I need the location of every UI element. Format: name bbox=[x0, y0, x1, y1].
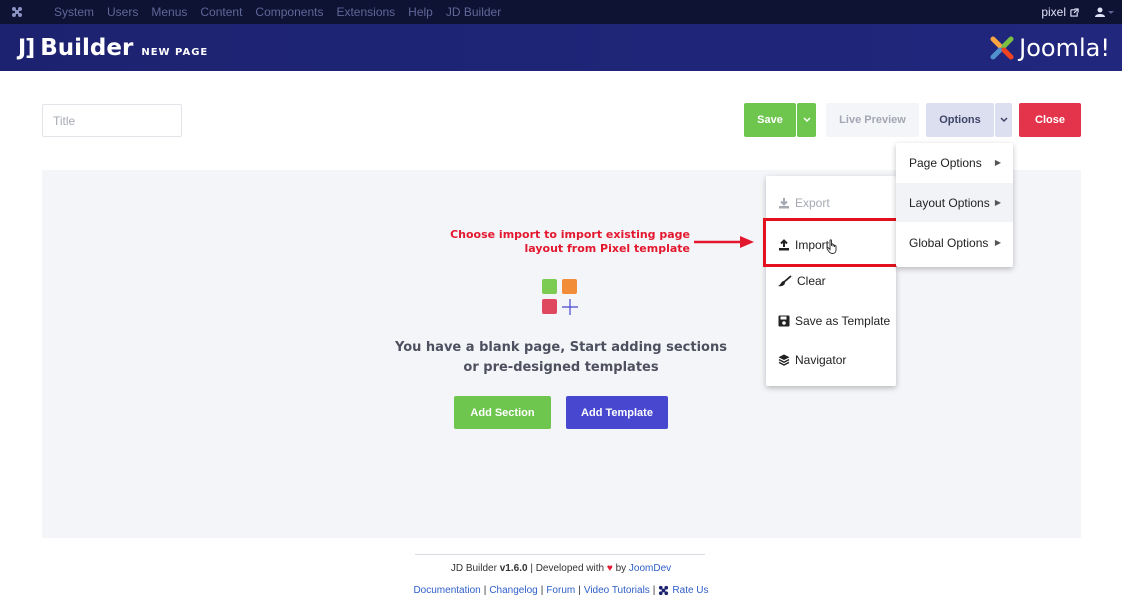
topmenu-jdbuilder[interactable]: JD Builder bbox=[446, 5, 501, 19]
user-menu-icon[interactable] bbox=[1095, 7, 1114, 17]
add-template-button[interactable]: Add Template bbox=[566, 396, 668, 429]
blank-page-message: You have a blank page, Start adding sect… bbox=[380, 338, 742, 378]
forum-link[interactable]: Forum bbox=[546, 585, 575, 596]
footer-separator: | bbox=[483, 585, 487, 596]
footer-separator: | bbox=[578, 585, 581, 596]
live-preview-button[interactable]: Live Preview bbox=[826, 103, 919, 137]
heart-icon: ♥ bbox=[606, 563, 613, 574]
annotation-arrow-icon bbox=[694, 236, 754, 248]
rate-us-link[interactable]: Rate Us bbox=[658, 585, 709, 596]
site-link-label: pixel bbox=[1041, 5, 1066, 19]
footer-separator: | bbox=[540, 585, 544, 596]
menu-item-clear[interactable]: Clear bbox=[778, 274, 826, 288]
chevron-down-icon bbox=[802, 117, 811, 123]
menu-item-export-label: Export bbox=[795, 196, 830, 210]
documentation-link[interactable]: Documentation bbox=[413, 585, 480, 596]
footer-separator: | bbox=[652, 585, 656, 596]
menu-item-clear-label: Clear bbox=[797, 274, 826, 288]
joomla-icon bbox=[990, 36, 1014, 60]
rate-us-label: Rate Us bbox=[672, 585, 709, 596]
footer-product: JD Builder bbox=[450, 563, 497, 574]
joomla-logo: Joomla! bbox=[989, 34, 1110, 62]
menu-item-navigator-label: Navigator bbox=[795, 353, 847, 367]
download-icon bbox=[779, 198, 789, 209]
add-section-button[interactable]: Add Section bbox=[454, 396, 551, 429]
admin-topbar: System Users Menus Content Components Ex… bbox=[0, 0, 1122, 24]
options-dropdown-button[interactable] bbox=[995, 103, 1012, 137]
layout-options-label: Layout Options bbox=[909, 195, 990, 210]
joomla-small-icon[interactable] bbox=[4, 6, 30, 18]
site-link[interactable]: pixel bbox=[1041, 5, 1079, 19]
jd-logo-word: Builder bbox=[40, 35, 134, 61]
save-icon bbox=[778, 315, 790, 327]
menu-item-page-options[interactable]: Page Options ▶ bbox=[896, 143, 1013, 182]
topmenu-extensions[interactable]: Extensions bbox=[336, 5, 395, 19]
close-button[interactable]: Close bbox=[1019, 103, 1081, 137]
page-title: NEW PAGE bbox=[141, 47, 209, 58]
video-tutorials-link[interactable]: Video Tutorials bbox=[584, 585, 650, 596]
save-button[interactable]: Save bbox=[744, 103, 796, 137]
page-title-input[interactable] bbox=[42, 104, 182, 137]
external-link-icon bbox=[1070, 7, 1079, 17]
global-options-label: Global Options bbox=[909, 235, 989, 250]
topmenu-help[interactable]: Help bbox=[408, 5, 433, 19]
annotation-line2: layout from Pixel template bbox=[524, 242, 690, 255]
jd-builder-logo: J] Builder NEW PAGE bbox=[18, 35, 208, 61]
footer-credits: JD Builder v1.6.0 | Developed with ♥ by … bbox=[0, 563, 1122, 574]
joomdev-link[interactable]: JoomDev bbox=[629, 563, 671, 574]
builder-header: J] Builder NEW PAGE Joomla! bbox=[0, 24, 1122, 71]
layers-icon bbox=[778, 354, 790, 366]
footer-dev-text: | Developed with bbox=[530, 563, 605, 574]
footer-links: Documentation | Changelog | Forum | Vide… bbox=[0, 585, 1122, 596]
menu-item-save-template[interactable]: Save as Template bbox=[778, 314, 890, 328]
chevron-down-icon bbox=[999, 117, 1008, 123]
jd-logo-mark: J] bbox=[18, 36, 35, 61]
footer-divider bbox=[415, 554, 705, 555]
caret-right-icon: ▶ bbox=[994, 198, 1001, 207]
blank-page-icon bbox=[542, 279, 580, 317]
blank-message-line2: or pre-designed templates bbox=[463, 360, 659, 375]
caret-right-icon: ▶ bbox=[994, 158, 1001, 167]
annotation-text: Choose import to import existing page la… bbox=[440, 228, 690, 256]
changelog-link[interactable]: Changelog bbox=[489, 585, 537, 596]
topmenu-components[interactable]: Components bbox=[255, 5, 323, 19]
topmenu-system[interactable]: System bbox=[54, 5, 94, 19]
save-dropdown-button[interactable] bbox=[797, 103, 816, 137]
options-button[interactable]: Options bbox=[926, 103, 994, 137]
joomla-wordmark: Joomla! bbox=[1019, 34, 1110, 62]
menu-item-layout-options[interactable]: Layout Options ▶ bbox=[896, 183, 1013, 222]
import-highlight-box bbox=[763, 218, 899, 267]
layout-options-submenu: Export Import Clear Save as Template Nav… bbox=[766, 176, 896, 386]
joomla-small-icon bbox=[659, 585, 669, 596]
options-dropdown-menu: Page Options ▶ Layout Options ▶ Global O… bbox=[896, 143, 1013, 267]
topmenu-menus[interactable]: Menus bbox=[151, 5, 187, 19]
menu-item-navigator[interactable]: Navigator bbox=[778, 353, 846, 367]
menu-item-global-options[interactable]: Global Options ▶ bbox=[896, 223, 1013, 262]
topmenu-users[interactable]: Users bbox=[107, 5, 138, 19]
brush-icon bbox=[778, 275, 792, 287]
page-options-label: Page Options bbox=[909, 155, 982, 170]
footer-version: v1.6.0 bbox=[499, 563, 528, 574]
caret-right-icon: ▶ bbox=[994, 238, 1001, 247]
footer-by: by bbox=[615, 563, 627, 574]
topmenu-content[interactable]: Content bbox=[200, 5, 242, 19]
menu-item-save-template-label: Save as Template bbox=[795, 314, 891, 328]
annotation-line1: Choose import to import existing page bbox=[450, 228, 690, 241]
blank-message-line1: You have a blank page, Start adding sect… bbox=[395, 340, 727, 355]
menu-item-export[interactable]: Export bbox=[778, 196, 830, 210]
